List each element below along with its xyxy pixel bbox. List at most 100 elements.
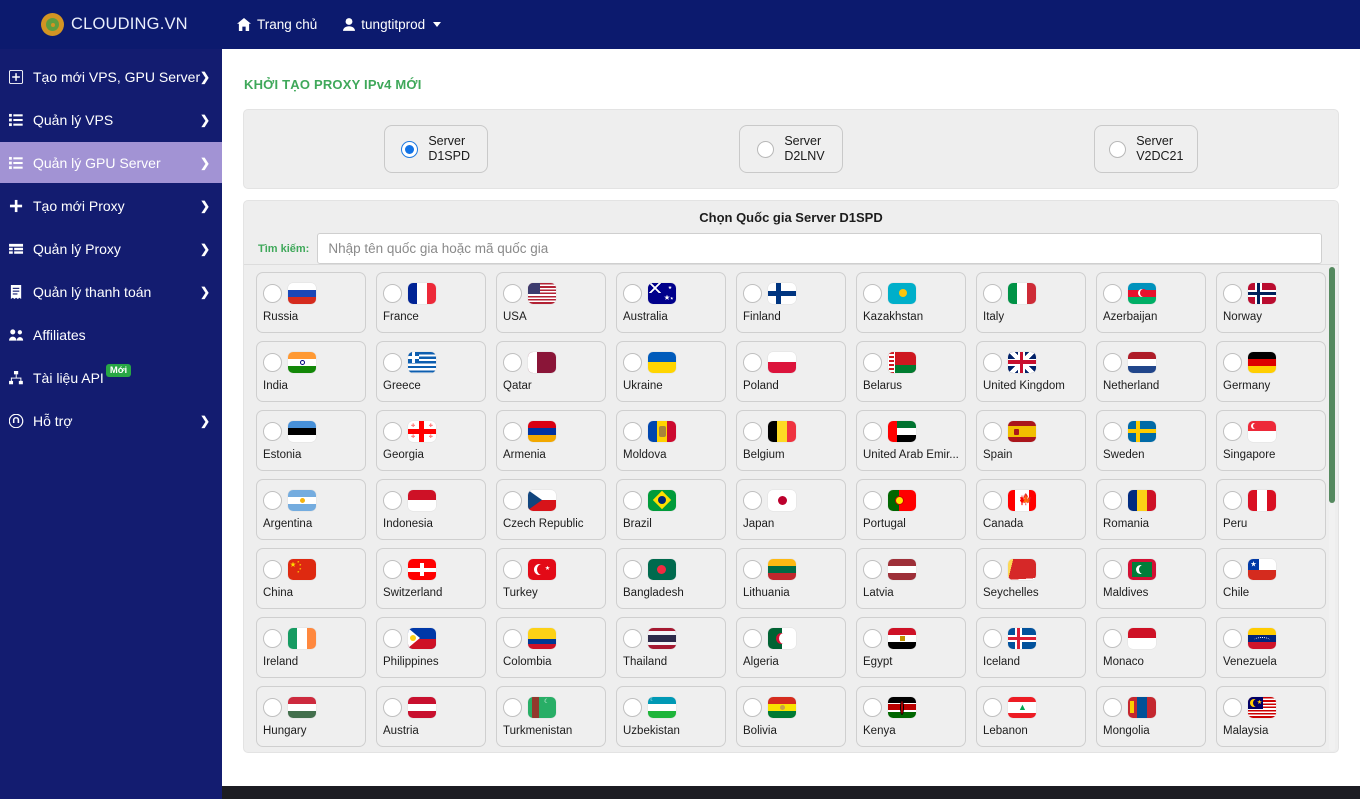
country-radio[interactable] [383,283,402,303]
country-card[interactable]: Argentina [256,479,366,540]
country-radio[interactable] [1223,421,1242,441]
country-radio[interactable] [863,421,882,441]
country-card[interactable]: Hungary [256,686,366,747]
scrollbar-thumb[interactable] [1329,267,1335,503]
country-card[interactable]: Monaco [1096,617,1206,678]
country-list-scrollbar[interactable] [1329,267,1335,751]
country-radio[interactable] [743,628,762,648]
country-radio[interactable] [1103,697,1122,717]
country-card[interactable]: Poland [736,341,846,402]
country-radio[interactable] [863,697,882,717]
country-card[interactable]: United Kingdom [976,341,1086,402]
country-card[interactable]: Seychelles [976,548,1086,609]
country-card[interactable]: Germany [1216,341,1326,402]
country-radio[interactable] [1223,559,1242,579]
country-card[interactable]: ☾ Uzbekistan [616,686,726,747]
country-radio[interactable] [743,559,762,579]
country-radio[interactable] [1103,352,1122,372]
country-radio[interactable] [623,352,642,372]
country-radio[interactable] [743,490,762,510]
country-card[interactable]: Ukraine [616,341,726,402]
sidebar-item-7[interactable]: Affiliates [0,314,222,355]
country-card[interactable]: Spain [976,410,1086,471]
sidebar-item-6[interactable]: Quản lý thanh toán ❯ [0,271,222,312]
country-radio[interactable] [1103,559,1122,579]
country-radio[interactable] [623,490,642,510]
country-radio[interactable] [383,421,402,441]
server-option-D1SPD[interactable]: Server D1SPD [383,125,488,173]
country-card[interactable]: Chile [1216,548,1326,609]
country-radio[interactable] [743,283,762,303]
country-card[interactable]: Malaysia [1216,686,1326,747]
country-radio[interactable] [863,559,882,579]
country-card[interactable]: Italy [976,272,1086,333]
country-radio[interactable] [983,559,1002,579]
country-card[interactable]: Qatar [496,341,606,402]
country-card[interactable]: Norway [1216,272,1326,333]
country-search-input[interactable] [317,233,1322,264]
nav-user-menu[interactable]: tungtitprod [343,17,442,32]
country-card[interactable]: Latvia [856,548,966,609]
country-radio[interactable] [383,628,402,648]
country-card[interactable]: Egypt [856,617,966,678]
sidebar-item-3[interactable]: Quản lý GPU Server ❯ [0,142,222,183]
country-card[interactable]: Switzerland [376,548,486,609]
country-radio[interactable] [623,421,642,441]
server-option-V2DC21[interactable]: Server V2DC21 [1094,125,1199,173]
country-radio[interactable] [383,697,402,717]
country-card[interactable]: Kenya [856,686,966,747]
country-card[interactable]: Singapore [1216,410,1326,471]
country-radio[interactable] [863,490,882,510]
country-card[interactable]: Finland [736,272,846,333]
country-radio[interactable] [1103,421,1122,441]
country-card[interactable]: Moldova [616,410,726,471]
country-card[interactable]: Philippines [376,617,486,678]
country-radio[interactable] [1223,490,1242,510]
country-card[interactable]: Belgium [736,410,846,471]
country-card[interactable]: Australia [616,272,726,333]
country-card[interactable]: Bolivia [736,686,846,747]
country-card[interactable]: India [256,341,366,402]
country-radio[interactable] [383,490,402,510]
country-card[interactable]: USA [496,272,606,333]
country-radio[interactable] [983,490,1002,510]
country-card[interactable]: Czech Republic [496,479,606,540]
country-radio[interactable] [503,559,522,579]
country-radio[interactable] [503,283,522,303]
country-card[interactable]: United Arab Emir... [856,410,966,471]
sidebar-item-4[interactable]: Tạo mới Proxy ❯ [0,185,222,226]
server-radio-D2LNV[interactable] [757,140,775,158]
sidebar-item-9[interactable]: Hỗ trợ ❯ [0,400,222,441]
nav-home-link[interactable]: Trang chủ [237,17,317,32]
country-radio[interactable] [623,283,642,303]
country-card[interactable]: ✛ ✛ ✛ ✛ Georgia [376,410,486,471]
country-radio[interactable] [263,421,282,441]
sidebar-item-5[interactable]: Quản lý Proxy ❯ [0,228,222,269]
country-card[interactable]: Japan [736,479,846,540]
country-card[interactable]: Turkey [496,548,606,609]
country-radio[interactable] [863,628,882,648]
country-card[interactable]: Netherland [1096,341,1206,402]
country-radio[interactable] [623,628,642,648]
country-card[interactable]: Armenia [496,410,606,471]
country-card[interactable]: Colombia [496,617,606,678]
country-radio[interactable] [1223,283,1242,303]
country-radio[interactable] [263,352,282,372]
country-card[interactable]: Sweden [1096,410,1206,471]
country-card[interactable]: Greece [376,341,486,402]
country-card[interactable]: 🍁 Canada [976,479,1086,540]
country-radio[interactable] [623,697,642,717]
country-card[interactable]: Venezuela [1216,617,1326,678]
country-card[interactable]: Bangladesh [616,548,726,609]
country-card[interactable]: Thailand [616,617,726,678]
country-radio[interactable] [983,628,1002,648]
brand-logo-link[interactable]: CLOUDING.VN [0,0,222,49]
country-card[interactable]: Indonesia [376,479,486,540]
country-radio[interactable] [263,628,282,648]
country-card[interactable]: Maldives [1096,548,1206,609]
country-radio[interactable] [623,559,642,579]
country-card[interactable]: Russia [256,272,366,333]
country-grid-scroll-area[interactable]: Russia France USA Australia Finland Kazakhsta… [244,264,1338,752]
country-radio[interactable] [503,421,522,441]
country-radio[interactable] [863,283,882,303]
